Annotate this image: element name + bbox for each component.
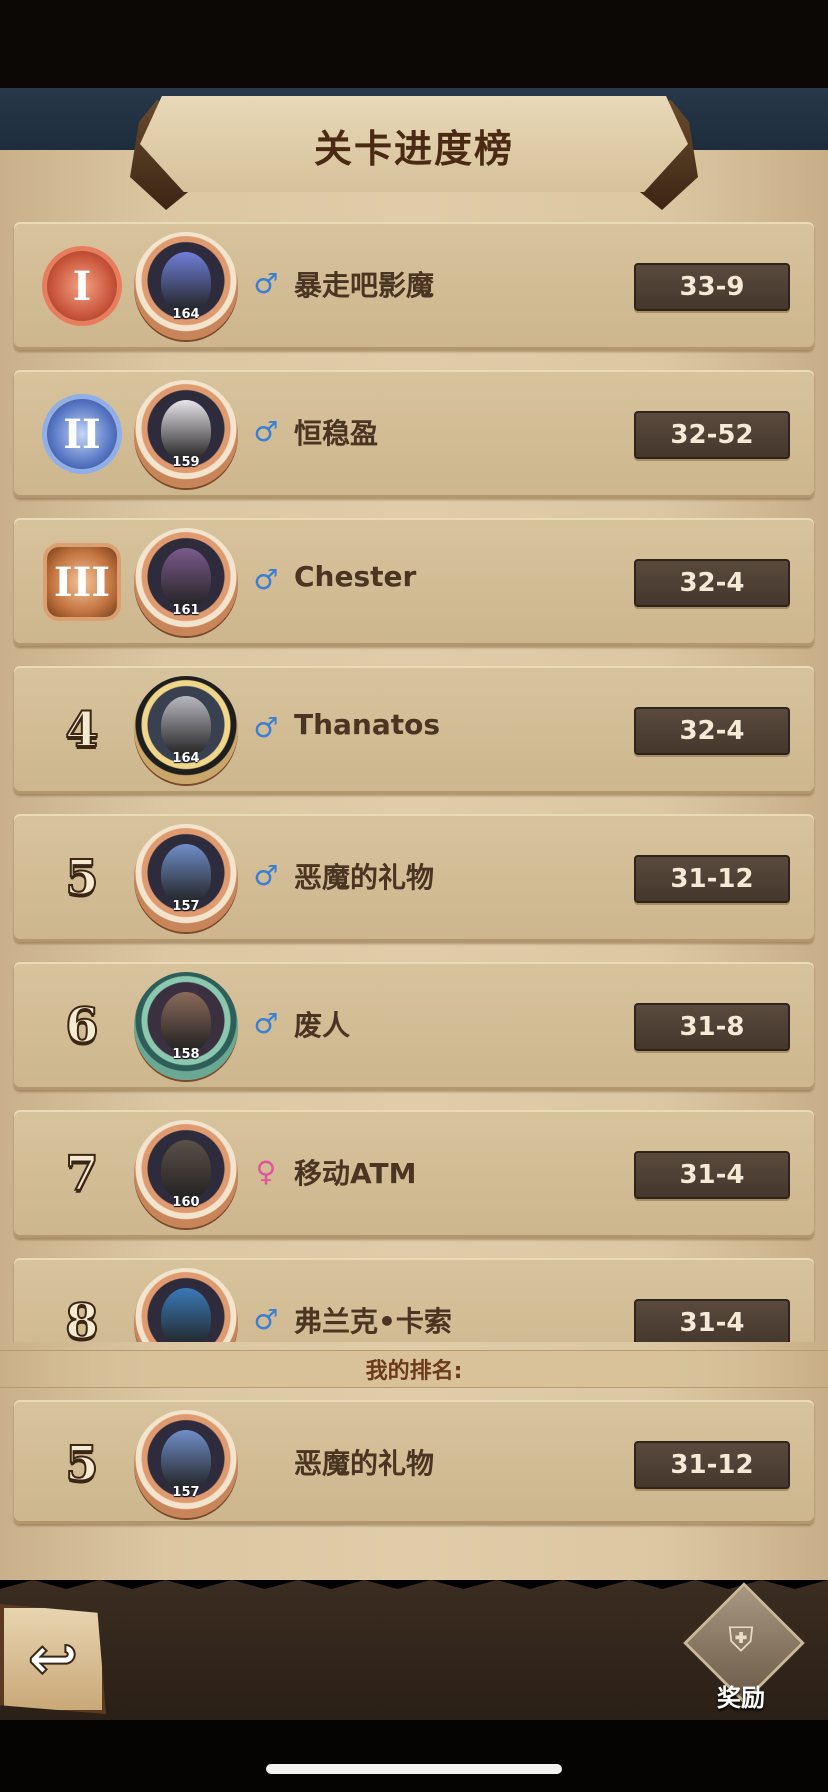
rewards-label: 奖励 <box>717 1684 765 1712</box>
player-level: 159 <box>172 455 200 470</box>
player-level: 164 <box>172 751 200 766</box>
avatar[interactable]: 157 <box>134 1410 238 1518</box>
avatar-portrait <box>161 696 211 756</box>
rank-badge: 5 <box>42 836 122 920</box>
female-gender-icon: ♀ <box>255 1155 277 1188</box>
player-name: 暴走吧影魔 <box>294 269 435 302</box>
player-name: 恶魔的礼物 <box>294 1447 435 1480</box>
player-name: 移动ATM <box>294 1157 417 1190</box>
rank-number: 7 <box>64 1145 99 1203</box>
rank-number: 4 <box>64 701 99 759</box>
player-name: 废人 <box>294 1009 351 1042</box>
my-rank-label: 我的排名: <box>365 1359 463 1384</box>
player-name: 恶魔的礼物 <box>294 861 435 894</box>
male-gender-icon: ♂ <box>253 415 279 448</box>
score-box: 31-8 <box>634 1003 790 1051</box>
rank-number: 6 <box>64 997 99 1055</box>
rank-number: 5 <box>64 849 99 907</box>
rewards-button[interactable]: ⛨ 奖励 <box>682 1582 805 1718</box>
rank-medal-icon: II <box>47 399 117 469</box>
rank-badge: II <box>42 392 122 476</box>
score-box: 32-52 <box>634 411 790 459</box>
avatar[interactable] <box>134 1268 238 1342</box>
back-arrow-icon: ↩ <box>27 1623 79 1695</box>
leaderboard-row[interactable]: 7 160 ♀ 移动ATM 31-4 <box>14 1110 814 1238</box>
male-gender-icon: ♂ <box>253 267 279 300</box>
player-name: 弗兰克•卡索 <box>294 1305 452 1338</box>
avatar-portrait <box>161 844 211 904</box>
male-gender-icon: ♂ <box>253 859 279 892</box>
player-level: 161 <box>172 603 200 618</box>
rank-medal-icon: I <box>47 251 117 321</box>
player-name: Thanatos <box>294 708 441 741</box>
male-gender-icon: ♂ <box>253 563 279 596</box>
rank-badge: I <box>42 244 122 328</box>
avatar-portrait <box>161 992 211 1052</box>
avatar[interactable]: 164 <box>134 232 238 340</box>
rank-medal-icon: III <box>47 547 117 617</box>
player-level: 164 <box>172 307 200 322</box>
avatar-portrait <box>161 1430 211 1490</box>
rank-number: 5 <box>64 1435 99 1493</box>
male-gender-icon: ♂ <box>253 1007 279 1040</box>
score-box: 31-12 <box>634 855 790 903</box>
rank-badge: 6 <box>42 984 122 1068</box>
rank-badge: 5 <box>42 1422 122 1506</box>
my-rank-row[interactable]: 5 157 恶魔的礼物 31-12 <box>14 1400 814 1524</box>
score-box: 32-4 <box>634 559 790 607</box>
player-level: 157 <box>172 1485 200 1500</box>
score-box: 31-12 <box>634 1441 790 1489</box>
rank-badge: 8 <box>42 1280 122 1342</box>
score-box: 33-9 <box>634 263 790 311</box>
bottom-safe-area <box>0 1720 828 1792</box>
leaderboard-row[interactable]: 8 ♂ 弗兰克•卡索 31-4 <box>14 1258 814 1342</box>
avatar[interactable]: 157 <box>134 824 238 932</box>
score-box: 31-4 <box>634 1299 790 1342</box>
player-name: Chester <box>294 560 417 593</box>
score-box: 31-4 <box>634 1151 790 1199</box>
avatar[interactable]: 160 <box>134 1120 238 1228</box>
rank-badge: III <box>42 540 122 624</box>
avatar[interactable]: 164 <box>134 676 238 784</box>
rank-number: 8 <box>64 1293 99 1342</box>
player-level: 157 <box>172 899 200 914</box>
page-title: 关卡进度榜 <box>313 127 514 171</box>
player-level: 160 <box>172 1195 200 1210</box>
avatar[interactable]: 159 <box>134 380 238 488</box>
male-gender-icon: ♂ <box>253 1303 279 1336</box>
rank-badge: 4 <box>42 688 122 772</box>
leaderboard-row[interactable]: 5 157 ♂ 恶魔的礼物 31-12 <box>14 814 814 942</box>
player-name: 恒稳盈 <box>294 417 379 450</box>
male-gender-icon: ♂ <box>253 711 279 744</box>
home-indicator[interactable] <box>266 1764 562 1774</box>
leaderboard-row[interactable]: 6 158 ♂ 废人 31-8 <box>14 962 814 1090</box>
avatar-portrait <box>161 548 211 608</box>
back-button[interactable]: ↩ <box>0 1604 106 1714</box>
leaderboard-row[interactable]: III 161 ♂ Chester 32-4 <box>14 518 814 646</box>
rewards-shield-icon: ⛨ <box>728 1620 754 1660</box>
leaderboard-list[interactable]: I 164 ♂ 暴走吧影魔 33-9 II 159 ♂ 恒稳盈 32-52 III 161 ♂ Chest… <box>0 222 828 1342</box>
avatar-portrait <box>161 400 211 460</box>
avatar-portrait <box>161 1288 211 1342</box>
score-box: 32-4 <box>634 707 790 755</box>
rank-badge: 7 <box>42 1132 122 1216</box>
avatar[interactable]: 158 <box>134 972 238 1080</box>
status-bar-area <box>0 0 828 90</box>
leaderboard-row[interactable]: I 164 ♂ 暴走吧影魔 33-9 <box>14 222 814 350</box>
avatar-portrait <box>161 252 211 312</box>
avatar-portrait <box>161 1140 211 1200</box>
player-level: 158 <box>172 1047 200 1062</box>
leaderboard-row[interactable]: 4 164 ♂ Thanatos 32-4 <box>14 666 814 794</box>
avatar[interactable]: 161 <box>134 528 238 636</box>
leaderboard-row[interactable]: II 159 ♂ 恒稳盈 32-52 <box>14 370 814 498</box>
